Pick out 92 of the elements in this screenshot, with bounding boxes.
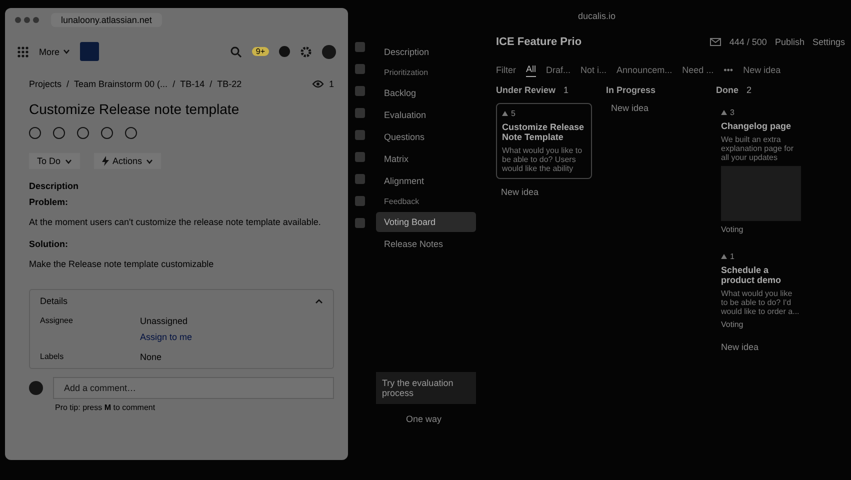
search-icon[interactable] — [230, 46, 242, 58]
status-dropdown[interactable]: To Do — [29, 153, 80, 169]
sidebar-item[interactable]: Matrix — [376, 149, 476, 169]
breadcrumb-link[interactable]: TB-14 — [180, 79, 205, 89]
new-idea-button[interactable]: New idea — [716, 342, 806, 352]
column-count: 1 — [564, 85, 569, 95]
quota-counter[interactable]: 444 / 500 — [729, 37, 767, 47]
caret-icon — [62, 49, 70, 54]
comment-field[interactable]: Add a comment… — [53, 377, 334, 399]
sidebar-item[interactable]: Questions — [376, 127, 476, 147]
solution-label: Solution: — [29, 239, 69, 249]
idea-card[interactable]: 5 Customize Release Note Template What would you like to be able to do? Users would like the ability — [496, 103, 592, 179]
filter-tab[interactable]: Need ... — [682, 64, 714, 77]
one-way-label[interactable]: One way — [376, 414, 476, 424]
filter-tab[interactable]: Draf... — [546, 64, 571, 77]
breadcrumb-separator: / — [66, 79, 70, 89]
eye-icon[interactable] — [312, 80, 324, 88]
board-title: ICE Feature Prio — [496, 36, 582, 48]
lightning-icon — [102, 156, 109, 166]
new-idea-button[interactable]: New idea — [743, 64, 781, 77]
vote-count: 3 — [730, 108, 734, 117]
problem-label: Problem: — [29, 197, 70, 207]
watchers-count[interactable]: 1 — [328, 79, 334, 89]
settings-button[interactable]: Settings — [812, 37, 845, 47]
key-hint: M — [104, 403, 112, 412]
column-title: Under Review — [496, 85, 556, 95]
card-title: Changelog page — [721, 121, 792, 131]
upvote-icon[interactable] — [721, 110, 727, 115]
sidebar-item[interactable]: Voting Board — [376, 212, 476, 232]
sidebar-item[interactable]: Alignment — [376, 171, 476, 191]
vote-count: 5 — [511, 109, 516, 118]
breadcrumb-link[interactable]: TB-22 — [217, 79, 242, 89]
sidebar-item[interactable]: Backlog — [376, 83, 476, 103]
pro-tip-text: Pro tip: press — [55, 403, 102, 412]
solution-text: Make the Release note template customizable — [29, 259, 215, 269]
user-avatar — [29, 381, 43, 395]
description-heading: Description — [29, 181, 80, 191]
filter-tab[interactable]: Announcem... — [616, 64, 672, 77]
caret-icon — [146, 158, 154, 164]
upvote-icon[interactable] — [502, 111, 508, 116]
new-idea-button[interactable]: New idea — [496, 187, 592, 197]
pro-tip-text: to comment — [113, 403, 156, 412]
address-bar[interactable]: ducalis.io — [578, 11, 616, 21]
card-title: Schedule a product demo — [721, 265, 782, 285]
user-avatar[interactable] — [322, 44, 336, 58]
card-text: We built an extra explanation page for all your updates — [721, 135, 794, 162]
idea-card[interactable]: 1 Schedule a product demo What would you like to be able to do? I'd would like to order a... Voting — [716, 247, 806, 334]
field-label: Labels — [40, 352, 65, 362]
filter-button[interactable]: Filter — [496, 64, 516, 77]
field-label: Assignee — [40, 316, 74, 327]
idea-card[interactable]: 3 Changelog page We built an extra explanation page for all your updates Voting — [716, 103, 806, 239]
sidebar-section: Prioritization — [376, 64, 476, 81]
upvote-icon[interactable] — [721, 254, 727, 259]
filter-tab[interactable]: All — [526, 64, 536, 77]
vote-count: 1 — [730, 252, 734, 261]
sidebar-section: Feedback — [376, 193, 476, 210]
issue-title: Customize Release note template — [29, 101, 240, 117]
assign-to-me-link[interactable]: Assign to me — [140, 332, 192, 342]
breadcrumb-link[interactable]: Projects — [29, 79, 62, 89]
card-text: What would you like to be able to do? Users would like the ability — [502, 146, 584, 173]
caret-icon — [64, 158, 72, 164]
sidebar-item[interactable]: Release Notes — [376, 234, 476, 254]
column-count: 2 — [746, 85, 752, 95]
breadcrumb-link[interactable]: Team Brainstorm 00 (... — [74, 79, 168, 89]
column-title: In Progress — [606, 85, 656, 95]
actions-dropdown[interactable]: Actions — [94, 153, 162, 169]
card-text: What would you like to be able to do? I'd would like to order a... — [721, 289, 800, 316]
sidebar-item[interactable]: Description — [376, 42, 476, 62]
status-tag: Voting — [721, 225, 801, 234]
breadcrumb-separator: / — [210, 79, 212, 89]
envelope-icon — [710, 38, 722, 46]
promo-card[interactable]: Try the evaluation process — [376, 372, 476, 404]
filter-tab[interactable]: Not i... — [580, 64, 607, 77]
breadcrumb-separator: / — [172, 79, 176, 89]
notification-badge[interactable]: 9+ — [252, 47, 269, 56]
more-menu[interactable]: More — [39, 46, 70, 56]
publish-button[interactable]: Publish — [774, 37, 804, 47]
more-tabs-button[interactable]: ••• — [724, 64, 734, 77]
collapse-caret-icon[interactable] — [315, 298, 323, 304]
field-value[interactable]: None — [140, 352, 162, 362]
card-title: Customize Release Note Template — [502, 122, 586, 142]
address-bar[interactable]: lunaloony.atlassian.net — [51, 13, 162, 27]
column-title: Done — [716, 85, 738, 95]
create-button[interactable] — [80, 42, 99, 61]
new-idea-button[interactable]: New idea — [606, 103, 702, 113]
status-tag: Voting — [721, 320, 801, 329]
app-grid-icon[interactable] — [17, 46, 29, 58]
settings-icon[interactable] — [300, 46, 312, 58]
field-value[interactable]: Unassigned — [140, 316, 192, 326]
sidebar-item[interactable]: Evaluation — [376, 105, 476, 125]
problem-text: At the moment users can't customize the release note template available. — [29, 217, 322, 227]
details-heading[interactable]: Details — [40, 296, 68, 306]
